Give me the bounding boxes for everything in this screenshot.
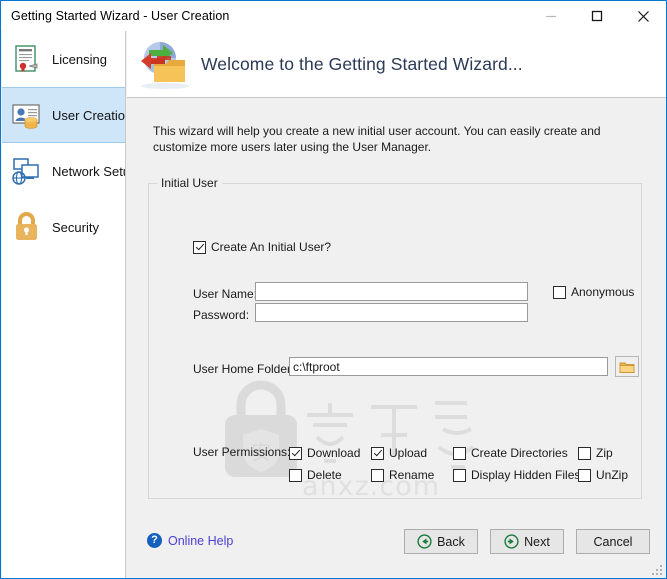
- cancel-button[interactable]: Cancel: [576, 529, 650, 554]
- permission-unzip-checkbox[interactable]: UnZip: [578, 468, 638, 482]
- anonymous-checkbox[interactable]: Anonymous: [553, 285, 634, 299]
- minimize-icon: [546, 15, 556, 18]
- network-icon: [10, 154, 44, 188]
- checkbox-box: [553, 285, 566, 299]
- banner-title: Welcome to the Getting Started Wizard...: [201, 53, 523, 74]
- checkbox-label: Rename: [389, 468, 435, 482]
- checkbox-box: [289, 446, 302, 460]
- permission-create-directories-checkbox[interactable]: Create Directories: [453, 446, 578, 460]
- sidebar-item-network-setup[interactable]: Network Setup: [2, 143, 125, 199]
- permission-delete-checkbox[interactable]: Delete: [289, 468, 371, 482]
- user-card-icon: [10, 98, 44, 132]
- checkbox-box: [578, 446, 591, 460]
- user-permissions-label: User Permissions:: [193, 445, 291, 459]
- home-folder-input[interactable]: [289, 357, 608, 376]
- maximize-button[interactable]: [574, 1, 620, 31]
- checkbox-box: [578, 468, 591, 482]
- checkbox-label: Create An Initial User?: [211, 240, 332, 254]
- back-button[interactable]: Back: [404, 529, 478, 554]
- permission-upload-checkbox[interactable]: Upload: [371, 446, 453, 460]
- close-button[interactable]: [620, 1, 666, 31]
- checkbox-box: [371, 468, 384, 482]
- username-label: User Name:: [193, 287, 258, 301]
- arrow-right-circle-icon: [504, 534, 519, 549]
- permissions-row: Delete Rename Display Hidden Files UnZip: [289, 464, 634, 486]
- checkbox-box: [371, 446, 384, 460]
- permission-zip-checkbox[interactable]: Zip: [578, 446, 638, 460]
- checkbox-box: [289, 468, 302, 482]
- lock-icon: [10, 210, 44, 244]
- maximize-icon: [591, 10, 603, 22]
- create-initial-user-checkbox[interactable]: Create An Initial User?: [193, 240, 331, 254]
- question-mark-icon: ?: [147, 533, 162, 548]
- user-permissions-grid: Download Upload Create Directories Zip D…: [289, 442, 634, 486]
- home-folder-label: User Home Folder:: [193, 362, 295, 376]
- browse-folder-button[interactable]: [615, 356, 639, 377]
- permissions-row: Download Upload Create Directories Zip: [289, 442, 634, 464]
- wizard-button-row: Back Next Cancel: [404, 529, 650, 554]
- wizard-banner: Welcome to the Getting Started Wizard...: [127, 31, 666, 98]
- checkbox-box: [193, 240, 206, 254]
- sidebar-item-label: Network Setup: [52, 163, 125, 179]
- online-help-label: Online Help: [168, 533, 234, 548]
- password-input[interactable]: [255, 303, 528, 322]
- window-title: Getting Started Wizard - User Creation: [11, 9, 230, 23]
- sidebar-nav: Licensing User Creation Network Set Secu…: [2, 31, 126, 578]
- title-bar: Getting Started Wizard - User Creation: [1, 1, 666, 31]
- folder-icon: [619, 362, 635, 373]
- checkbox-label: Zip: [596, 446, 613, 460]
- next-button[interactable]: Next: [490, 529, 564, 554]
- checkbox-label: Anonymous: [571, 285, 635, 299]
- certificate-icon: [10, 42, 44, 76]
- initial-user-groupbox: Initial User Create An Initial User? 安 a…: [148, 176, 642, 502]
- online-help-link[interactable]: ? Online Help: [147, 533, 233, 548]
- checkbox-label: Upload: [389, 446, 428, 460]
- sidebar-item-label: User Creation: [52, 107, 125, 123]
- permission-rename-checkbox[interactable]: Rename: [371, 468, 453, 482]
- minimize-button[interactable]: [528, 1, 574, 31]
- wizard-footer: ? Online Help Back Next Cancel: [127, 521, 666, 578]
- cancel-button-label: Cancel: [593, 534, 633, 549]
- checkbox-box: [453, 468, 466, 482]
- checkbox-label: UnZip: [596, 468, 629, 482]
- resize-grip[interactable]: [652, 565, 663, 576]
- next-button-label: Next: [524, 534, 550, 549]
- close-icon: [637, 10, 649, 22]
- checkbox-label: Download: [307, 446, 361, 460]
- content-pane: Welcome to the Getting Started Wizard...…: [127, 31, 666, 578]
- checkbox-label: Display Hidden Files: [471, 468, 581, 482]
- window-controls: [528, 1, 666, 31]
- sidebar-item-label: Licensing: [52, 51, 107, 67]
- arrow-left-circle-icon: [417, 534, 432, 549]
- groupbox-legend: Initial User: [157, 176, 222, 190]
- globe-folder-icon: [135, 36, 193, 92]
- sidebar-item-label: Security: [52, 219, 99, 235]
- checkbox-label: Delete: [307, 468, 342, 482]
- sidebar-item-licensing[interactable]: Licensing: [2, 31, 125, 87]
- permission-download-checkbox[interactable]: Download: [289, 446, 371, 460]
- back-button-label: Back: [437, 534, 465, 549]
- checkbox-box: [453, 446, 466, 460]
- username-input[interactable]: [255, 282, 528, 301]
- password-label: Password:: [193, 308, 250, 322]
- sidebar-item-security[interactable]: Security: [2, 199, 125, 255]
- sidebar-item-user-creation[interactable]: User Creation: [2, 87, 125, 143]
- wizard-window: Getting Started Wizard - User Creation L…: [0, 0, 667, 579]
- wizard-description: This wizard will help you create a new i…: [153, 124, 601, 154]
- checkbox-label: Create Directories: [471, 446, 568, 460]
- permission-display-hidden-files-checkbox[interactable]: Display Hidden Files: [453, 468, 581, 482]
